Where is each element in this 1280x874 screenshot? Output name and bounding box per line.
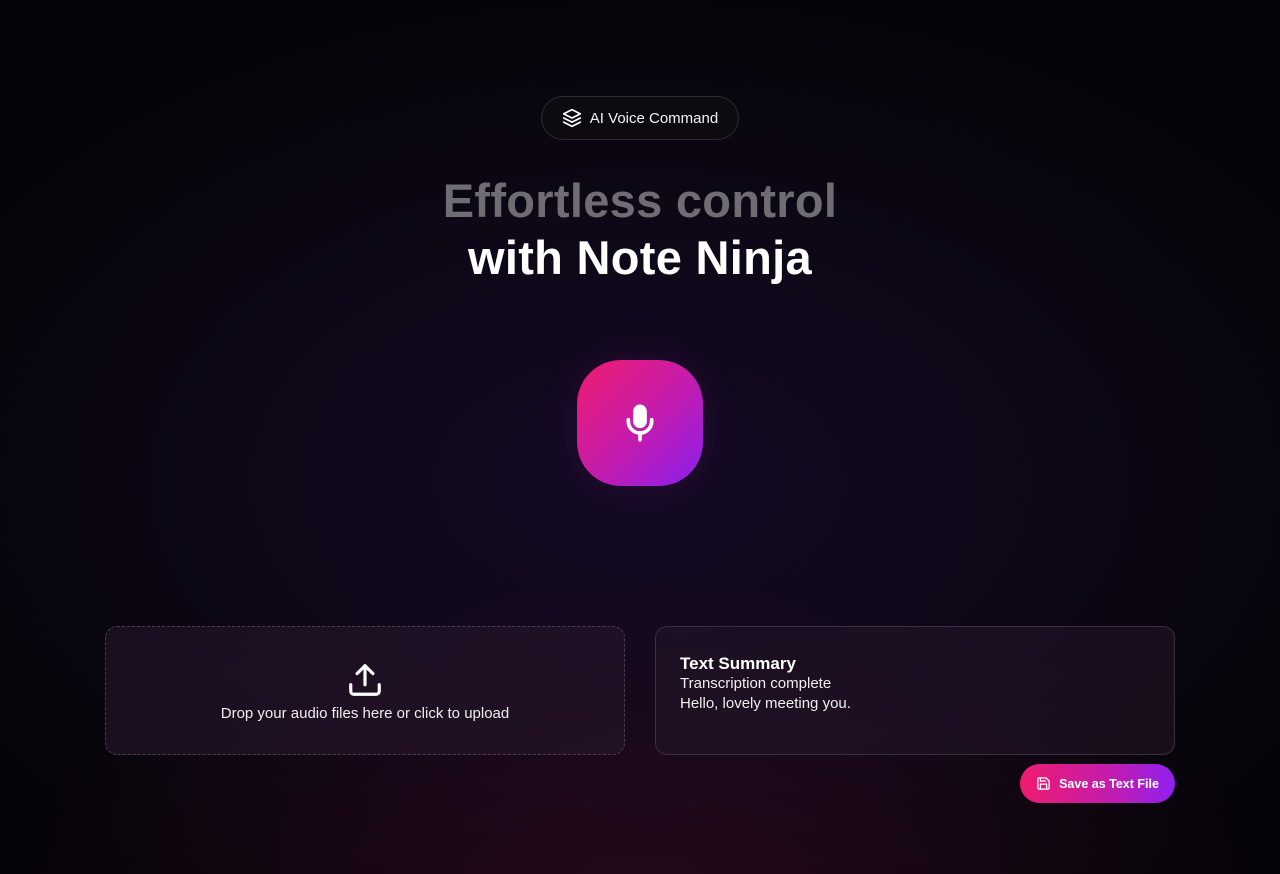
text-summary-panel: Text Summary Transcription complete Hell… bbox=[655, 626, 1175, 755]
audio-upload-dropzone[interactable]: Drop your audio files here or click to u… bbox=[105, 626, 625, 755]
save-icon bbox=[1037, 777, 1050, 790]
upload-icon bbox=[349, 664, 381, 696]
save-as-text-file-button[interactable]: Save as Text File bbox=[1020, 764, 1175, 803]
upload-label: Drop your audio files here or click to u… bbox=[220, 705, 510, 722]
ai-voice-command-badge: AI Voice Command bbox=[541, 96, 739, 140]
record-button[interactable] bbox=[577, 360, 703, 486]
layers-icon bbox=[562, 108, 581, 128]
summary-text: Hello, lovely meeting you. bbox=[680, 695, 851, 712]
badge-label: AI Voice Command bbox=[589, 109, 719, 127]
hero-line-1: Effortless control bbox=[442, 174, 838, 227]
microphone-icon bbox=[626, 404, 654, 442]
summary-title: Text Summary bbox=[680, 654, 796, 673]
hero-heading: Effortless control with Note Ninja bbox=[0, 172, 1280, 286]
summary-status: Transcription complete bbox=[680, 675, 832, 692]
hero-line-2: with Note Ninja bbox=[468, 231, 812, 284]
save-button-label: Save as Text File bbox=[1059, 776, 1159, 791]
